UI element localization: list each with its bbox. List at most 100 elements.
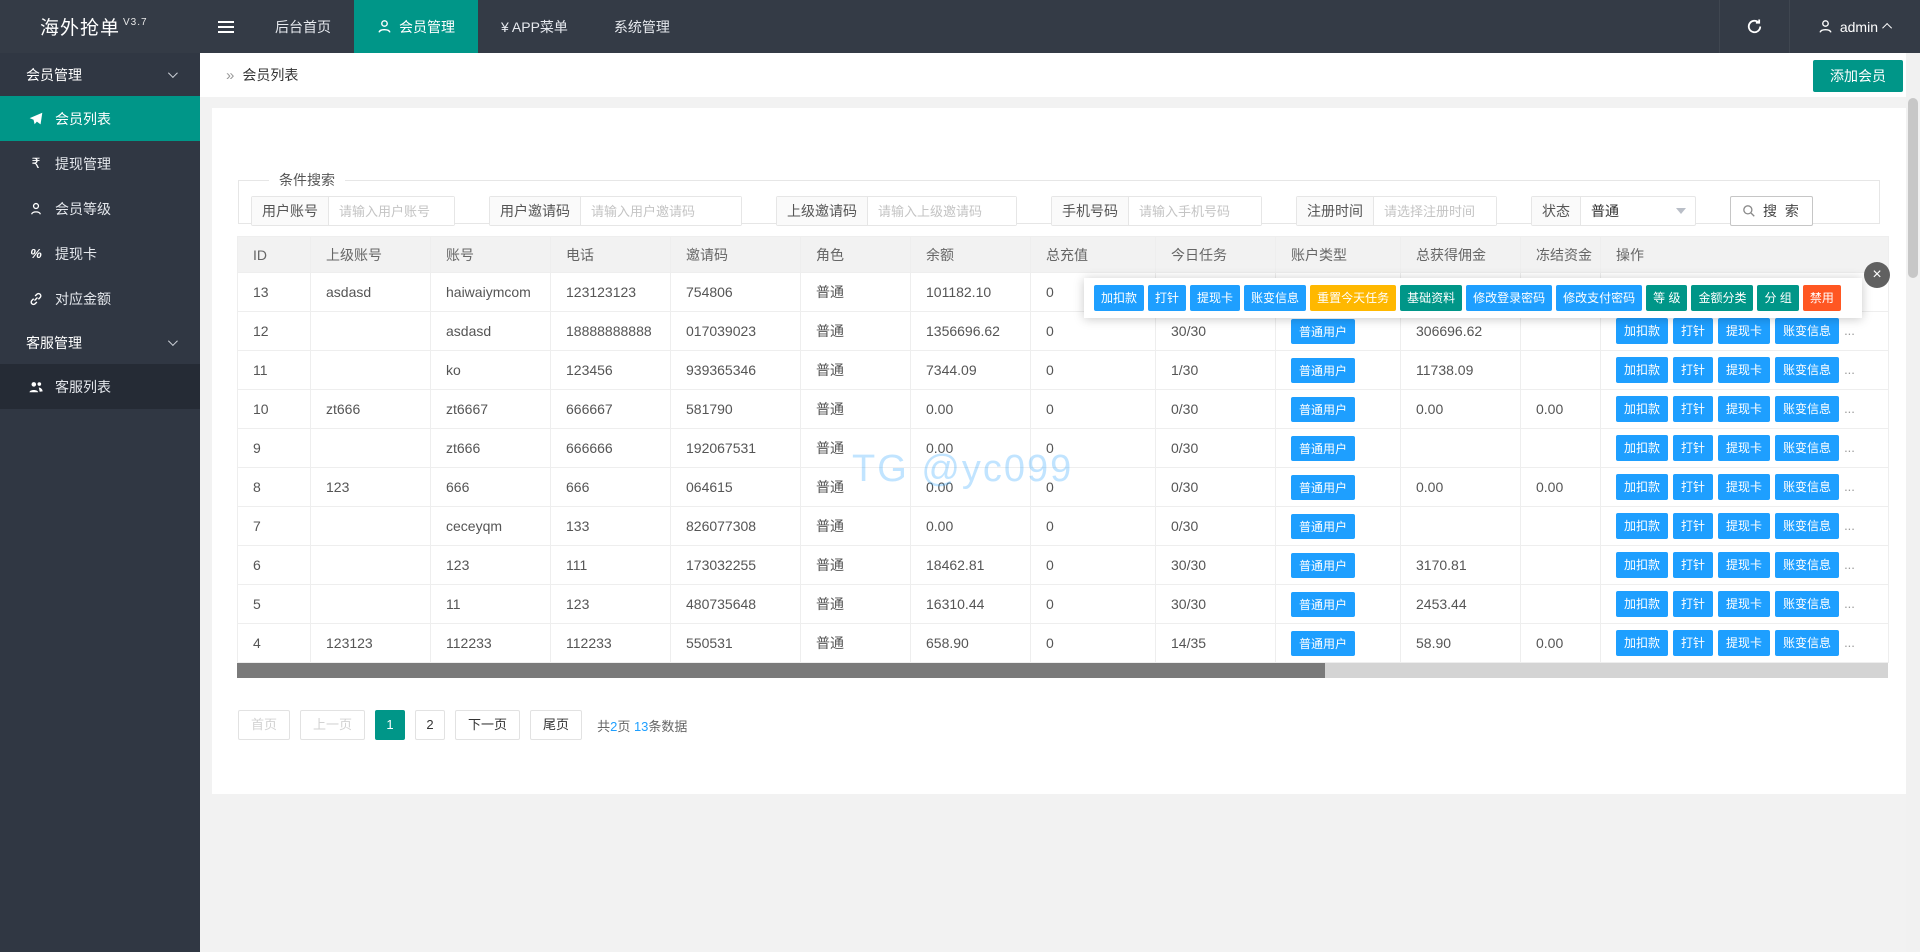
sidebar-item[interactable]: 会员等级 bbox=[0, 186, 200, 231]
pagination-first-button[interactable]: 首页 bbox=[238, 710, 290, 740]
filter-input[interactable] bbox=[581, 197, 741, 225]
horizontal-scrollbar-thumb[interactable] bbox=[237, 663, 1325, 678]
filter-input[interactable] bbox=[1374, 197, 1496, 225]
row-action-button[interactable]: 加扣款 bbox=[1616, 513, 1668, 539]
pagination-last-button[interactable]: 尾页 bbox=[530, 710, 582, 740]
sidebar-group-header[interactable]: 客服管理 bbox=[0, 321, 200, 364]
row-action-button[interactable]: 打针 bbox=[1673, 357, 1713, 383]
row-action-button[interactable]: 提现卡 bbox=[1718, 630, 1770, 656]
pagination-next-button[interactable]: 下一页 bbox=[455, 710, 520, 740]
navbar-item[interactable]: ¥ APP菜单 bbox=[478, 0, 591, 53]
row-action-button[interactable]: 账变信息 bbox=[1775, 513, 1839, 539]
more-actions-button[interactable]: ... bbox=[1844, 362, 1855, 377]
role-link[interactable]: 普通 bbox=[801, 273, 911, 312]
role-link[interactable]: 普通 bbox=[801, 390, 911, 429]
popup-action-button[interactable]: 重置今天任务 bbox=[1310, 285, 1396, 311]
sidebar-item[interactable]: %提现卡 bbox=[0, 231, 200, 276]
row-action-button[interactable]: 加扣款 bbox=[1616, 474, 1668, 500]
popup-action-button[interactable]: 等 级 bbox=[1646, 285, 1687, 311]
sidebar-item[interactable]: ₹提现管理 bbox=[0, 141, 200, 186]
row-action-button[interactable]: 打针 bbox=[1673, 513, 1713, 539]
row-action-button[interactable]: 提现卡 bbox=[1718, 357, 1770, 383]
row-action-button[interactable]: 打针 bbox=[1673, 318, 1713, 344]
sidebar-item[interactable]: 客服列表 bbox=[0, 364, 200, 409]
row-action-button[interactable]: 加扣款 bbox=[1616, 396, 1668, 422]
pagination-prev-button[interactable]: 上一页 bbox=[300, 710, 365, 740]
popup-action-button[interactable]: 提现卡 bbox=[1190, 285, 1240, 311]
navbar-item[interactable]: 系统管理 bbox=[591, 0, 693, 53]
row-action-button[interactable]: 提现卡 bbox=[1718, 474, 1770, 500]
horizontal-scrollbar[interactable] bbox=[237, 663, 1888, 678]
popup-action-button[interactable]: 禁用 bbox=[1803, 285, 1841, 311]
row-action-button[interactable]: 账变信息 bbox=[1775, 630, 1839, 656]
row-action-button[interactable]: 账变信息 bbox=[1775, 474, 1839, 500]
role-link[interactable]: 普通 bbox=[801, 624, 911, 663]
vertical-scrollbar-thumb[interactable] bbox=[1908, 98, 1918, 278]
role-link[interactable]: 普通 bbox=[801, 351, 911, 390]
pagination-page-button[interactable]: 1 bbox=[375, 710, 405, 740]
row-action-button[interactable]: 提现卡 bbox=[1718, 318, 1770, 344]
more-actions-button[interactable]: ... bbox=[1844, 518, 1855, 533]
popup-action-button[interactable]: 修改登录密码 bbox=[1466, 285, 1552, 311]
filter-input[interactable] bbox=[1129, 197, 1261, 225]
more-actions-button[interactable]: ... bbox=[1844, 401, 1855, 416]
row-action-button[interactable]: 打针 bbox=[1673, 474, 1713, 500]
more-actions-button[interactable]: ... bbox=[1844, 596, 1855, 611]
sidebar-item[interactable]: 对应金额 bbox=[0, 276, 200, 321]
row-action-button[interactable]: 提现卡 bbox=[1718, 513, 1770, 539]
pagination-page-button[interactable]: 2 bbox=[415, 710, 445, 740]
row-action-button[interactable]: 账变信息 bbox=[1775, 357, 1839, 383]
sidebar-group-header[interactable]: 会员管理 bbox=[0, 53, 200, 96]
role-link[interactable]: 普通 bbox=[801, 312, 911, 351]
role-link[interactable]: 普通 bbox=[801, 546, 911, 585]
popup-action-button[interactable]: 打针 bbox=[1148, 285, 1186, 311]
popup-action-button[interactable]: 加扣款 bbox=[1094, 285, 1144, 311]
navbar-item[interactable]: 后台首页 bbox=[252, 0, 354, 53]
popup-action-button[interactable]: 金额分类 bbox=[1691, 285, 1753, 311]
row-action-button[interactable]: 账变信息 bbox=[1775, 435, 1839, 461]
row-action-button[interactable]: 账变信息 bbox=[1775, 396, 1839, 422]
row-action-button[interactable]: 账变信息 bbox=[1775, 552, 1839, 578]
more-actions-button[interactable]: ... bbox=[1844, 440, 1855, 455]
row-action-button[interactable]: 账变信息 bbox=[1775, 318, 1839, 344]
more-actions-button[interactable]: ... bbox=[1844, 479, 1855, 494]
row-action-button[interactable]: 提现卡 bbox=[1718, 435, 1770, 461]
filter-input[interactable] bbox=[329, 197, 454, 225]
search-button[interactable]: 搜 索 bbox=[1730, 196, 1813, 226]
role-link[interactable]: 普通 bbox=[801, 585, 911, 624]
row-action-button[interactable]: 打针 bbox=[1673, 396, 1713, 422]
row-action-button[interactable]: 打针 bbox=[1673, 552, 1713, 578]
more-actions-button[interactable]: ... bbox=[1844, 635, 1855, 650]
row-action-button[interactable]: 账变信息 bbox=[1775, 591, 1839, 617]
row-action-button[interactable]: 打针 bbox=[1673, 435, 1713, 461]
role-link[interactable]: 普通 bbox=[801, 507, 911, 546]
row-action-button[interactable]: 加扣款 bbox=[1616, 630, 1668, 656]
user-menu[interactable]: admin bbox=[1789, 0, 1920, 53]
status-select[interactable]: 普通 bbox=[1581, 197, 1695, 225]
role-link[interactable]: 普通 bbox=[801, 429, 911, 468]
hamburger-icon[interactable] bbox=[200, 0, 252, 53]
add-member-button[interactable]: 添加会员 bbox=[1813, 60, 1903, 92]
row-action-button[interactable]: 打针 bbox=[1673, 630, 1713, 656]
vertical-scrollbar[interactable] bbox=[1906, 53, 1920, 952]
popup-action-button[interactable]: 分 组 bbox=[1757, 285, 1798, 311]
row-action-button[interactable]: 加扣款 bbox=[1616, 591, 1668, 617]
row-action-button[interactable]: 加扣款 bbox=[1616, 435, 1668, 461]
more-actions-button[interactable]: ... bbox=[1844, 323, 1855, 338]
row-action-button[interactable]: 提现卡 bbox=[1718, 552, 1770, 578]
sidebar-item[interactable]: 会员列表 bbox=[0, 96, 200, 141]
row-action-button[interactable]: 提现卡 bbox=[1718, 396, 1770, 422]
row-action-button[interactable]: 加扣款 bbox=[1616, 357, 1668, 383]
row-action-button[interactable]: 提现卡 bbox=[1718, 591, 1770, 617]
close-icon[interactable]: × bbox=[1864, 262, 1890, 288]
popup-action-button[interactable]: 基础资料 bbox=[1400, 285, 1462, 311]
filter-input[interactable] bbox=[868, 197, 1016, 225]
popup-action-button[interactable]: 账变信息 bbox=[1244, 285, 1306, 311]
row-action-button[interactable]: 加扣款 bbox=[1616, 552, 1668, 578]
refresh-button[interactable] bbox=[1719, 0, 1789, 53]
navbar-item[interactable]: 会员管理 bbox=[354, 0, 478, 53]
popup-action-button[interactable]: 修改支付密码 bbox=[1556, 285, 1642, 311]
row-action-button[interactable]: 加扣款 bbox=[1616, 318, 1668, 344]
role-link[interactable]: 普通 bbox=[801, 468, 911, 507]
more-actions-button[interactable]: ... bbox=[1844, 557, 1855, 572]
